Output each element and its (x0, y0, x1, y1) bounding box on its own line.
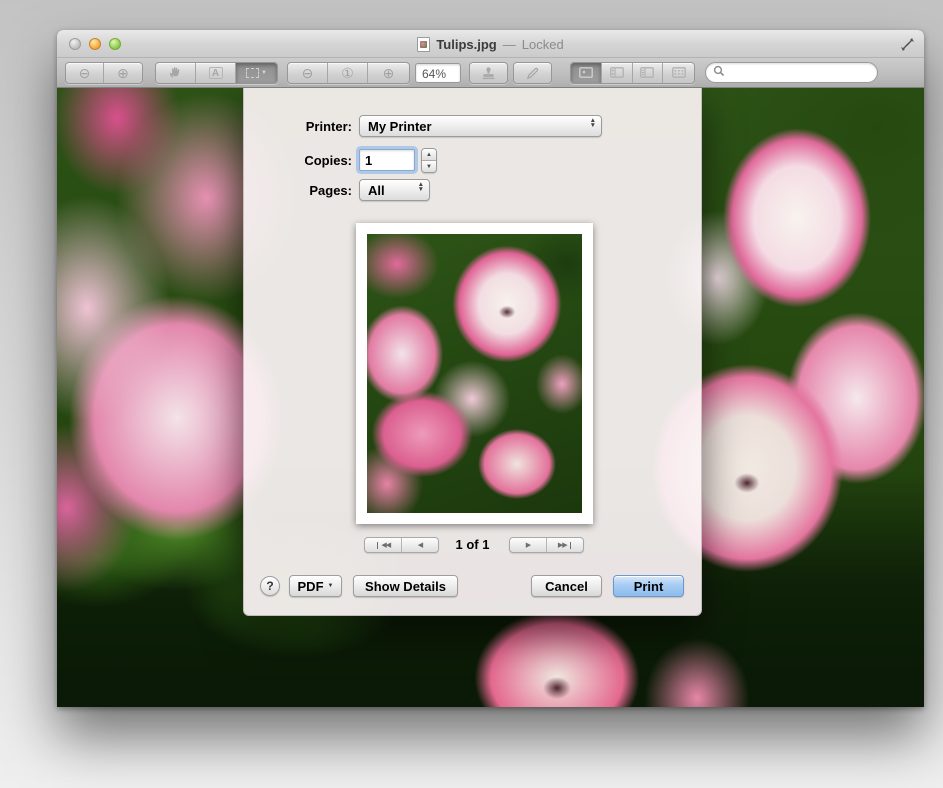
thumbnail-sidebar-icon (610, 66, 624, 80)
view-segment (570, 62, 695, 84)
copies-input[interactable]: 1 (359, 149, 415, 171)
popup-arrows-icon: ▲▼ (418, 182, 424, 193)
print-dialog-sheet: Printer: My Printer ▲▼ Copies: 1 ▲ ▼ Pag… (243, 88, 702, 616)
search-field[interactable] (705, 62, 878, 83)
printer-label: Printer: (244, 119, 352, 134)
document-name: Tulips.jpg (436, 37, 496, 52)
pages-popup[interactable]: All ▲▼ (359, 179, 430, 201)
zoom-level-field[interactable]: 64% (415, 63, 461, 83)
zoom-in-button[interactable]: ⊕ (104, 63, 142, 83)
toolbar: ⊖ ⊕ A ▼ ⊖ ① (57, 58, 924, 88)
search-icon (713, 64, 725, 82)
stamp-button[interactable] (469, 62, 508, 84)
title-separator: — (503, 37, 516, 52)
popup-arrows-icon: ▲▼ (590, 118, 596, 129)
printer-popup[interactable]: My Printer ▲▼ (359, 115, 602, 137)
pages-popup-value: All (368, 183, 385, 198)
fullscreen-icon[interactable] (900, 37, 915, 52)
actual-size-button[interactable]: ① (328, 63, 368, 83)
pdf-menu-button[interactable]: PDF ▼ (289, 575, 342, 597)
next-page-icon: ▶ (526, 542, 530, 549)
stepper-down-icon[interactable]: ▼ (422, 161, 436, 172)
magnifier-one-icon: ① (341, 66, 354, 80)
show-details-button[interactable]: Show Details (353, 575, 458, 597)
view-thumbnails-button[interactable] (602, 63, 633, 83)
toc-sidebar-icon (640, 66, 654, 80)
zoom-segment: ⊖ ⊕ (65, 62, 143, 84)
selection-rect-icon (246, 68, 259, 78)
copies-stepper[interactable]: ▲ ▼ (421, 148, 437, 173)
preview-window: Tulips.jpg — Locked ⊖ ⊕ (57, 30, 924, 707)
scale-down-button[interactable]: ⊖ (288, 63, 328, 83)
scale-up-button[interactable]: ⊕ (368, 63, 409, 83)
stamp-icon (470, 63, 507, 83)
view-contact-sheet-button[interactable] (663, 63, 694, 83)
document-icon (417, 37, 430, 52)
stepper-up-icon[interactable]: ▲ (422, 149, 436, 161)
last-page-icon (570, 542, 572, 549)
locked-status: Locked (522, 37, 564, 52)
text-select-icon: A (209, 67, 223, 79)
photo-content-tulips: Printer: My Printer ▲▼ Copies: 1 ▲ ▼ Pag… (57, 88, 924, 707)
pdf-dropdown-icon: ▼ (328, 583, 334, 589)
print-button[interactable]: Print (613, 575, 684, 597)
view-toc-button[interactable] (633, 63, 664, 83)
text-select-tool-button[interactable]: A (196, 63, 236, 83)
window-title: Tulips.jpg — Locked (57, 30, 924, 58)
tool-segment: A ▼ (155, 62, 278, 84)
zoom-in-icon: ⊕ (117, 66, 129, 80)
print-preview-image (367, 234, 582, 513)
pencil-icon (514, 63, 551, 83)
print-preview-page (356, 223, 593, 524)
help-button[interactable]: ? (260, 576, 280, 596)
cancel-button[interactable]: Cancel (531, 575, 602, 597)
image-view-icon (579, 66, 593, 80)
rect-select-tool-button[interactable]: ▼ (236, 63, 277, 83)
pages-label: Pages: (244, 183, 352, 198)
zoom-out-icon: ⊖ (79, 66, 91, 80)
scale-segment: ⊖ ① ⊕ (287, 62, 410, 84)
hand-icon (168, 65, 183, 82)
page-nav-forward: ▶ ▶▶ (509, 537, 584, 553)
move-tool-button[interactable] (156, 63, 196, 83)
last-page-button[interactable]: ▶▶ (547, 538, 583, 552)
magnifier-plus-icon: ⊕ (383, 66, 395, 80)
zoom-out-button[interactable]: ⊖ (66, 63, 104, 83)
magnifier-minus-icon: ⊖ (302, 66, 314, 80)
titlebar: Tulips.jpg — Locked (57, 30, 924, 58)
search-input[interactable] (729, 66, 859, 80)
chevron-down-icon: ▼ (261, 70, 267, 76)
copies-label: Copies: (244, 153, 352, 168)
printer-popup-value: My Printer (368, 119, 432, 134)
page-indicator: 1 of 1 (244, 537, 701, 553)
grid-view-icon (672, 66, 686, 80)
view-content-button[interactable] (571, 63, 602, 83)
next-page-button[interactable]: ▶ (510, 538, 547, 552)
markup-button[interactable] (513, 62, 552, 84)
